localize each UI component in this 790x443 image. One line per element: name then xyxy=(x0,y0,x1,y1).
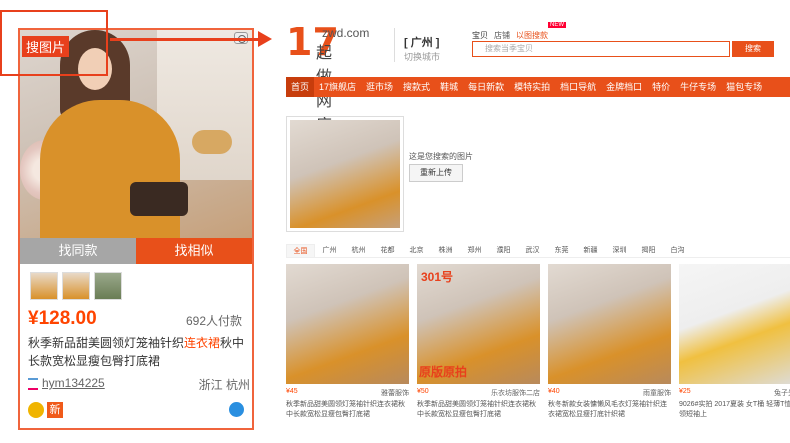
thumbnail[interactable] xyxy=(62,272,90,300)
city-filter-item[interactable]: 郑州 xyxy=(460,244,489,257)
result-price: ¥45 xyxy=(286,388,298,395)
result-card[interactable]: 301号 原版原拍 ¥50 乐衣坊服饰二店 秋季新品甜美圆领灯笼袖针织连衣裙秋中… xyxy=(417,264,540,434)
nav-denim[interactable]: 牛仔专场 xyxy=(675,77,721,97)
result-shop[interactable]: 雨童服饰 xyxy=(643,388,671,398)
product-card[interactable]: 找同款 找相似 ¥128.00 692人付款 秋季新品甜美圆领灯笼袖针织连衣裙秋… xyxy=(18,28,254,430)
shop-name-link[interactable]: hym134225 xyxy=(42,376,105,390)
product-price: ¥128.00 xyxy=(28,308,97,329)
nav-home[interactable]: 首页 xyxy=(286,77,315,97)
city-filter-item[interactable]: 全国 xyxy=(286,244,315,257)
arrow-line xyxy=(110,38,260,41)
photo-model-dress xyxy=(40,100,180,238)
card-action-bar: 找同款 找相似 xyxy=(20,238,252,264)
city-filter-item[interactable]: 东莞 xyxy=(547,244,576,257)
city-filter-item[interactable]: 杭州 xyxy=(344,244,373,257)
current-city: [ 广州 ] xyxy=(404,37,440,49)
nav-shoes[interactable]: 鞋城 xyxy=(435,77,463,97)
city-filter-item[interactable]: 新疆 xyxy=(576,244,605,257)
result-card[interactable]: ¥40 雨童服饰 秋冬新款女装慵懒风毛衣灯笼袖针织连衣裙宽松显瘦打底针织裙 xyxy=(548,264,671,434)
new-badge: 新 xyxy=(47,402,63,418)
logo-domain: zwd.com xyxy=(322,26,370,40)
result-title[interactable]: 秋季新品甜美圆领灯笼袖针织连衣裙秋中长款宽松显瘦包臀打底裙 xyxy=(286,400,409,420)
result-overlay-text: 原版原拍 xyxy=(419,365,468,379)
query-image xyxy=(286,116,404,232)
switch-city-link[interactable]: 切换城市 xyxy=(404,50,440,63)
city-filter-item[interactable]: 广州 xyxy=(315,244,344,257)
arrow-right-icon xyxy=(258,31,272,47)
result-image[interactable] xyxy=(286,264,409,384)
thumbnail-strip xyxy=(30,272,122,300)
nav-daily-new[interactable]: 每日新款 xyxy=(463,77,509,97)
reupload-button[interactable]: 重新上传 xyxy=(409,164,463,182)
main-nav: 首页 17旗舰店 逛市场 搜款式 鞋城 每日新款 模特实拍 档口导航 金牌档口 … xyxy=(286,77,790,97)
city-filter-bar: 全国 广州 杭州 花都 北京 株洲 郑州 濮阳 武汉 东莞 新疆 深圳 揭阳 白… xyxy=(286,244,790,258)
results-grid: ¥45 雅蕾服饰 秋季新品甜美圆领灯笼袖针织连衣裙秋中长款宽松显瘦包臀打底裙 3… xyxy=(286,264,790,434)
nav-search-style[interactable]: 搜款式 xyxy=(398,77,435,97)
query-image-content xyxy=(290,120,400,228)
sales-count: 692人付款 xyxy=(185,314,242,328)
shop-row: hym134225 浙江 杭州 xyxy=(28,376,250,392)
thumbnail[interactable] xyxy=(94,272,122,300)
city-filter-item[interactable]: 武汉 xyxy=(518,244,547,257)
result-shop[interactable]: 雅蕾服饰 xyxy=(381,388,409,398)
result-overlay-text: 301号 xyxy=(421,270,454,284)
city-filter-item[interactable]: 濮阳 xyxy=(489,244,518,257)
title-highlight: 连衣裙 xyxy=(184,336,221,350)
nav-flagship[interactable]: 17旗舰店 xyxy=(314,77,361,97)
result-image[interactable]: 301号 原版原拍 xyxy=(417,264,540,384)
result-price: ¥40 xyxy=(548,388,560,395)
result-price: ¥50 xyxy=(417,388,429,395)
result-shop[interactable]: 兔子先森 xyxy=(774,388,790,398)
search-picture-label[interactable]: 搜图片 xyxy=(22,36,70,57)
result-title[interactable]: 秋冬新款女装慵懒风毛衣灯笼袖针织连衣裙宽松显瘦打底针织裙 xyxy=(548,400,671,420)
header-divider xyxy=(394,28,395,62)
nav-market[interactable]: 逛市场 xyxy=(361,77,398,97)
photo-bread xyxy=(192,130,232,154)
nav-model-photos[interactable]: 模特实拍 xyxy=(509,77,555,97)
product-title[interactable]: 秋季新品甜美圆领灯笼袖针织连衣裙秋中长款宽松显瘦包臀打底裙 xyxy=(28,334,250,370)
medal-icon xyxy=(28,402,44,418)
badge-row: 新 xyxy=(28,402,63,418)
result-card[interactable]: ¥25 兔子先森 9026#实拍 2017夏装 女T桶 轻薄T恤 V领短袖上 xyxy=(679,264,790,434)
search-input[interactable]: 搜索当季宝贝 xyxy=(472,41,730,57)
result-image[interactable] xyxy=(548,264,671,384)
thumbnail[interactable] xyxy=(30,272,58,300)
result-title[interactable]: 9026#实拍 2017夏装 女T桶 轻薄T恤 V领短袖上 xyxy=(679,400,790,420)
result-image[interactable] xyxy=(679,264,790,384)
find-similar-button[interactable]: 找相似 xyxy=(136,238,252,264)
photo-bag xyxy=(130,182,188,216)
query-caption: 这是您搜索的图片 xyxy=(409,152,473,161)
shop-icon xyxy=(28,378,38,390)
result-card[interactable]: ¥45 雅蕾服饰 秋季新品甜美圆领灯笼袖针织连衣裙秋中长款宽松显瘦包臀打底裙 xyxy=(286,264,409,434)
result-title[interactable]: 秋季新品甜美圆领灯笼袖针织连衣裙秋中长款宽松显瘦包臀打底裙 xyxy=(417,400,540,420)
shop-location: 浙江 杭州 xyxy=(198,378,250,392)
result-shop[interactable]: 乐衣坊服饰二店 xyxy=(491,388,540,398)
nav-special-price[interactable]: 特价 xyxy=(647,77,675,97)
city-filter-item[interactable]: 北京 xyxy=(402,244,431,257)
city-filter-item[interactable]: 深圳 xyxy=(605,244,634,257)
city-filter-item[interactable]: 花都 xyxy=(373,244,402,257)
city-filter-item[interactable]: 白沟 xyxy=(663,244,692,257)
new-tag: NEW xyxy=(548,22,566,28)
city-filter-item[interactable]: 揭阳 xyxy=(634,244,663,257)
result-price: ¥25 xyxy=(679,388,691,395)
nav-gold-stall[interactable]: 金牌档口 xyxy=(601,77,647,97)
find-same-button[interactable]: 找同款 xyxy=(20,238,136,264)
title-part: 秋季新品甜美圆领灯笼袖针织 xyxy=(28,336,185,350)
nav-stall-guide[interactable]: 档口导航 xyxy=(555,77,601,97)
search-button[interactable]: 搜索 xyxy=(732,41,774,57)
chat-icon[interactable] xyxy=(229,402,244,417)
city-filter-item[interactable]: 株洲 xyxy=(431,244,460,257)
nav-bags[interactable]: 猫包专场 xyxy=(721,77,767,97)
